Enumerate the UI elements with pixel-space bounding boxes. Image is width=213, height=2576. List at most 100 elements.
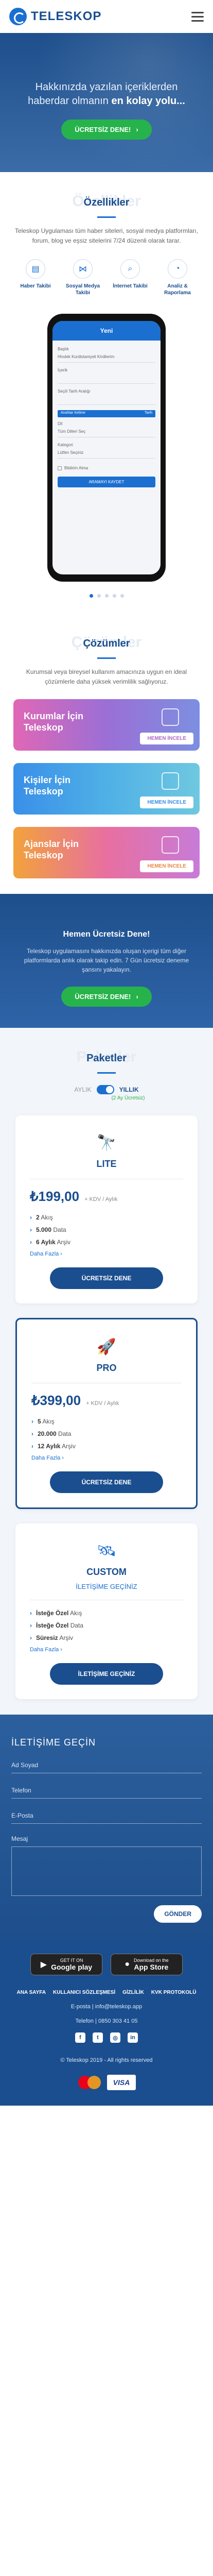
solution-card-personal[interactable]: Kişiler İçin Teleskop HEMEN İNCELE <box>13 763 200 815</box>
phone-category-field: Lütfen Seçiniz <box>58 447 155 459</box>
phone-notification-checkbox: Bildirim Alma <box>58 466 155 470</box>
plan-card-pro: 🚀 PRO ₺399,00 + KDV / Aylık 5 Akış 20.00… <box>15 1318 198 1509</box>
carousel-dot[interactable] <box>112 594 116 598</box>
solution-card-corporate[interactable]: Kurumlar İçin Teleskop HEMEN İNCELE <box>13 699 200 751</box>
instagram-icon[interactable]: ◎ <box>110 2032 120 2043</box>
more-details-link[interactable]: Daha Fazla › <box>31 1455 182 1461</box>
message-textarea[interactable] <box>11 1846 202 1896</box>
phone-title-field: Hindek Kurdistaniyeli Kirdilerim <box>58 351 155 363</box>
list-item: 5 Akış <box>31 1418 182 1425</box>
chart-icon: ◔ <box>168 259 187 279</box>
solution-card-agency[interactable]: Ajanslar İçin Teleskop HEMEN İNCELE <box>13 827 200 878</box>
phone-app-bar: Yeni <box>52 321 161 341</box>
solutions-text: Kurumsal veya bireysel kullanım amacınız… <box>26 668 187 685</box>
arrow-right-icon: › <box>136 993 138 1001</box>
cta-text: Teleskop uygulamasını hakkınızda oluşan … <box>24 947 189 973</box>
contact-title: İLETİŞİME GEÇİN <box>11 1737 96 1748</box>
list-item: 20.000 Data <box>31 1430 182 1437</box>
google-play-badge[interactable]: ▶ GET IT ON Google play <box>30 1954 102 1975</box>
yearly-label[interactable]: YILLIK <box>119 1086 139 1093</box>
contact-section: İLETİŞİME GEÇİN Ad Soyad Telefon E-Posta… <box>0 1715 213 1938</box>
linkedin-icon[interactable]: in <box>128 2032 138 2043</box>
phone-date-field <box>58 394 155 405</box>
plan-card-custom: 🛰 CUSTOM İLETİŞİME GEÇİNİZ İsteğe Özel A… <box>15 1523 198 1699</box>
explore-button[interactable]: HEMEN İNCELE <box>140 860 193 872</box>
hero-free-trial-button[interactable]: ÜCRETSİZ DENE! › <box>61 120 152 140</box>
payment-methods: VISA <box>11 2075 202 2090</box>
lite-trial-button[interactable]: ÜCRETSİZ DENE <box>50 1267 163 1289</box>
logo-icon <box>9 8 27 25</box>
list-item: 12 Aylık Arşiv <box>31 1443 182 1450</box>
search-icon: ⌕ <box>120 259 140 279</box>
send-button[interactable]: GÖNDER <box>154 1905 202 1923</box>
solutions-section: Çözümler Çözümler Kurumsal veya bireysel… <box>0 613 213 894</box>
brand-logo[interactable]: TELESKOP <box>9 8 101 25</box>
cta-free-trial-button[interactable]: ÜCRETSİZ DENE! › <box>61 987 152 1007</box>
site-header: TELESKOP <box>0 0 213 33</box>
facebook-icon[interactable]: f <box>75 2032 85 2043</box>
app-store-badge[interactable]: ● Download on the App Store <box>111 1954 183 1975</box>
pro-trial-button[interactable]: ÜCRETSİZ DENE <box>50 1471 163 1493</box>
more-details-link[interactable]: Daha Fazla › <box>30 1647 183 1653</box>
title-underline <box>97 1072 116 1074</box>
footer-link-kvk[interactable]: KVK PROTOKOLÜ <box>151 1990 197 1995</box>
newspaper-icon: ▤ <box>26 259 45 279</box>
telescope-icon: 🔭 <box>97 1134 116 1151</box>
phone-save-button: ARAMAYI KAYDET <box>58 477 155 487</box>
phone-mockup: Yeni Başlık Hindek Kurdistaniyeli Kirdil… <box>47 314 166 582</box>
billing-toggle: AYLIK YILLIK <box>15 1085 198 1094</box>
menu-icon[interactable] <box>191 11 204 22</box>
message-label: Mesaj <box>11 1835 28 1842</box>
list-item: 6 Aylık Arşiv <box>30 1239 183 1246</box>
title-underline <box>97 657 116 659</box>
carousel-dots <box>13 594 200 598</box>
more-details-link[interactable]: Daha Fazla › <box>30 1251 183 1257</box>
play-icon: ▶ <box>40 1960 47 1969</box>
carousel-dot[interactable] <box>120 594 124 598</box>
yearly-save-note: (2 Ay Ücretsiz) <box>111 1095 145 1101</box>
explore-button[interactable]: HEMEN İNCELE <box>140 796 193 808</box>
feature-internet[interactable]: ⌕ İnternet Takibi <box>108 259 152 296</box>
plan-price: ₺399,00 <box>31 1393 81 1408</box>
carousel-dot[interactable] <box>89 594 93 598</box>
arrow-right-icon: › <box>136 126 138 133</box>
list-item: 2 Akış <box>30 1214 183 1221</box>
footer-link-home[interactable]: ANA SAYFA <box>17 1990 46 1995</box>
cta-section: Hemen Ücretsiz Dene! Teleskop uygulaması… <box>0 894 213 1028</box>
hero-section: Hakkınızda yazılan içeriklerden haberdar… <box>0 33 213 172</box>
carousel-dot[interactable] <box>104 594 109 598</box>
explore-button[interactable]: HEMEN İNCELE <box>140 733 193 744</box>
site-footer: ▶ GET IT ON Google play ● Download on the… <box>0 1938 213 2106</box>
share-icon: ⋈ <box>73 259 93 279</box>
phone-language-field: Tüm Dilleri Seç <box>58 426 155 437</box>
pencil-icon <box>162 836 179 854</box>
footer-phone[interactable]: Telefon | 0850 303 41 05 <box>11 2018 202 2024</box>
email-field[interactable]: E-Posta <box>11 1799 202 1824</box>
apple-icon: ● <box>125 1960 130 1969</box>
list-item: Süresiz Arşiv <box>30 1634 183 1641</box>
title-underline <box>97 216 116 218</box>
feature-analysis[interactable]: ◔ Analiz & Raporlama <box>155 259 200 296</box>
plan-price: ₺199,00 <box>30 1189 80 1204</box>
visa-icon: VISA <box>107 2075 136 2090</box>
features-section: Özellikler Özellikler Teleskop Uygulamas… <box>0 172 213 613</box>
feature-social[interactable]: ⋈ Sosyal Medya Takibi <box>61 259 105 296</box>
custom-contact-button[interactable]: İLETİŞİME GEÇİNİZ <box>50 1663 163 1685</box>
plan-card-lite: 🔭 LITE ₺199,00 + KDV / Aylık 2 Akış 5.00… <box>15 1115 198 1303</box>
name-field[interactable]: Ad Soyad <box>11 1748 202 1773</box>
hero-title-bold: en kolay yolu... <box>111 95 185 107</box>
feature-news[interactable]: ▤ Haber Takibi <box>13 259 58 296</box>
footer-email[interactable]: E-posta | info@teleskop.app <box>11 2004 202 2010</box>
solutions-title: Çözümler <box>83 638 130 649</box>
twitter-icon[interactable]: t <box>93 2032 103 2043</box>
billing-switch[interactable] <box>96 1085 114 1094</box>
phone-field[interactable]: Telefon <box>11 1773 202 1799</box>
list-item: İsteğe Özel Akış <box>30 1609 183 1617</box>
building-icon <box>162 708 179 726</box>
carousel-dot[interactable] <box>97 594 101 598</box>
mastercard-icon <box>77 2075 102 2090</box>
satellite-icon: 🛰 <box>96 1543 117 1560</box>
footer-link-privacy[interactable]: GİZLİLİK <box>122 1990 144 1995</box>
monthly-label[interactable]: AYLIK <box>74 1086 91 1093</box>
footer-link-agreement[interactable]: KULLANICI SÖZLEŞMESİ <box>53 1990 115 1995</box>
